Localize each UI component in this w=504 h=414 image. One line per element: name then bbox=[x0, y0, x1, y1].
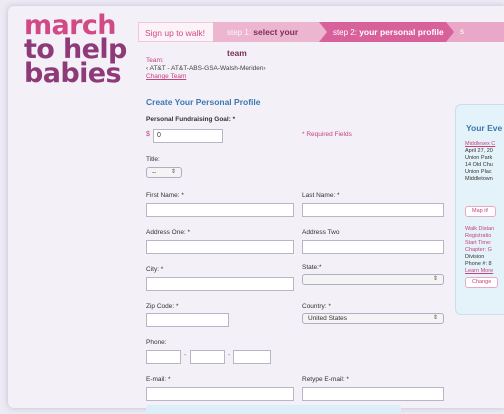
address-one-input[interactable] bbox=[146, 240, 294, 254]
bottom-panel-edge bbox=[146, 405, 401, 414]
title-label: Title: bbox=[146, 156, 160, 163]
fundraising-goal-input[interactable]: 0 bbox=[153, 129, 223, 143]
step2-prefix: step 2: bbox=[332, 28, 357, 37]
zip-code-label: Zip Code: * bbox=[146, 303, 179, 310]
step3-prefix: s bbox=[459, 27, 464, 36]
start-time: Start Time: bbox=[465, 240, 492, 246]
event-place-line-1: Union Park bbox=[465, 155, 493, 161]
phone-line-input[interactable] bbox=[233, 350, 271, 364]
retype-email-label: Retype E-mail: * bbox=[302, 376, 349, 383]
event-location-link[interactable]: Middlesex C bbox=[465, 141, 495, 148]
zip-code-input[interactable] bbox=[146, 313, 229, 327]
march-for-babies-logo[interactable]: march to help babies bbox=[24, 12, 134, 89]
signup-heading: Sign up to walk! bbox=[138, 22, 213, 42]
phone-separator: - bbox=[184, 352, 187, 359]
email-input[interactable] bbox=[146, 387, 294, 401]
step2-label: your personal profile bbox=[359, 27, 444, 37]
team-label: Team: bbox=[146, 57, 164, 64]
chapter: Chapter: G bbox=[465, 247, 492, 253]
logo-line-3: babies bbox=[24, 58, 122, 89]
country-label: Country: * bbox=[302, 303, 331, 310]
address-two-input[interactable] bbox=[302, 240, 444, 254]
event-phone: Phone #: 8 bbox=[465, 261, 492, 267]
profile-section-title: Create Your Personal Profile bbox=[146, 97, 261, 107]
phone-prefix-input[interactable] bbox=[190, 350, 225, 364]
division: Division bbox=[465, 254, 485, 260]
title-select[interactable]: -- ⇕ bbox=[146, 167, 182, 178]
event-place-line-2: 14 Old Chu bbox=[465, 162, 493, 168]
phone-area-code-input[interactable] bbox=[146, 350, 181, 364]
step-3: s bbox=[445, 22, 504, 42]
team-name: ‹ AT&T - AT&T-ABS-GSA-Walsh-Meriden› bbox=[146, 65, 266, 72]
map-it-button[interactable]: Map it! bbox=[465, 206, 496, 217]
step-select-team[interactable]: step 1: select your team bbox=[213, 22, 327, 58]
step-personal-profile: step 2: your personal profile bbox=[318, 22, 454, 42]
registration-steps: Sign up to walk! step 1: select your tea… bbox=[138, 22, 504, 58]
select-arrows-icon: ⇕ bbox=[432, 315, 438, 321]
event-date: April 27, 20 bbox=[465, 148, 493, 154]
change-team-link[interactable]: Change Team bbox=[146, 73, 266, 81]
goal-label: Personal Fundraising Goal: * bbox=[146, 116, 236, 123]
first-name-input[interactable] bbox=[146, 203, 294, 217]
event-place-line-4: Middletown bbox=[465, 176, 493, 182]
city-label: City: * bbox=[146, 266, 164, 273]
change-event-button[interactable]: Change bbox=[465, 277, 499, 288]
last-name-label: Last Name: * bbox=[302, 192, 340, 199]
address-one-label: Address One: * bbox=[146, 229, 191, 236]
phone-separator: - bbox=[228, 352, 231, 359]
title-select-value: -- bbox=[152, 169, 157, 176]
country-select-value: United States bbox=[308, 315, 348, 322]
learn-more-link[interactable]: Learn More bbox=[465, 268, 493, 275]
state-label: State:* bbox=[302, 264, 322, 271]
last-name-input[interactable] bbox=[302, 203, 444, 217]
city-input[interactable] bbox=[146, 277, 294, 291]
required-fields-note: * Required Fields bbox=[302, 131, 352, 138]
event-panel-title: Your Eve bbox=[466, 123, 503, 133]
phone-label: Phone: bbox=[146, 339, 167, 346]
walk-distance: Walk Distan bbox=[465, 226, 495, 232]
email-label: E-mail: * bbox=[146, 376, 171, 383]
select-arrows-icon: ⇕ bbox=[432, 276, 438, 282]
address-two-label: Address Two bbox=[302, 229, 340, 236]
retype-email-input[interactable] bbox=[302, 387, 444, 401]
state-select[interactable]: ⇕ bbox=[302, 274, 444, 285]
country-select[interactable]: United States ⇕ bbox=[302, 313, 444, 324]
currency-symbol: $ bbox=[146, 131, 150, 138]
first-name-label: First Name: * bbox=[146, 192, 184, 199]
team-info: Team: ‹ AT&T - AT&T-ABS-GSA-Walsh-Meride… bbox=[146, 57, 266, 81]
event-place-line-3: Union Plac bbox=[465, 169, 492, 175]
step1-prefix: step 1: bbox=[227, 28, 252, 37]
your-event-panel: Your Eve Middlesex C April 27, 20 Union … bbox=[455, 104, 504, 315]
select-arrows-icon: ⇕ bbox=[170, 169, 176, 175]
registration-time: Registratio bbox=[465, 233, 492, 239]
